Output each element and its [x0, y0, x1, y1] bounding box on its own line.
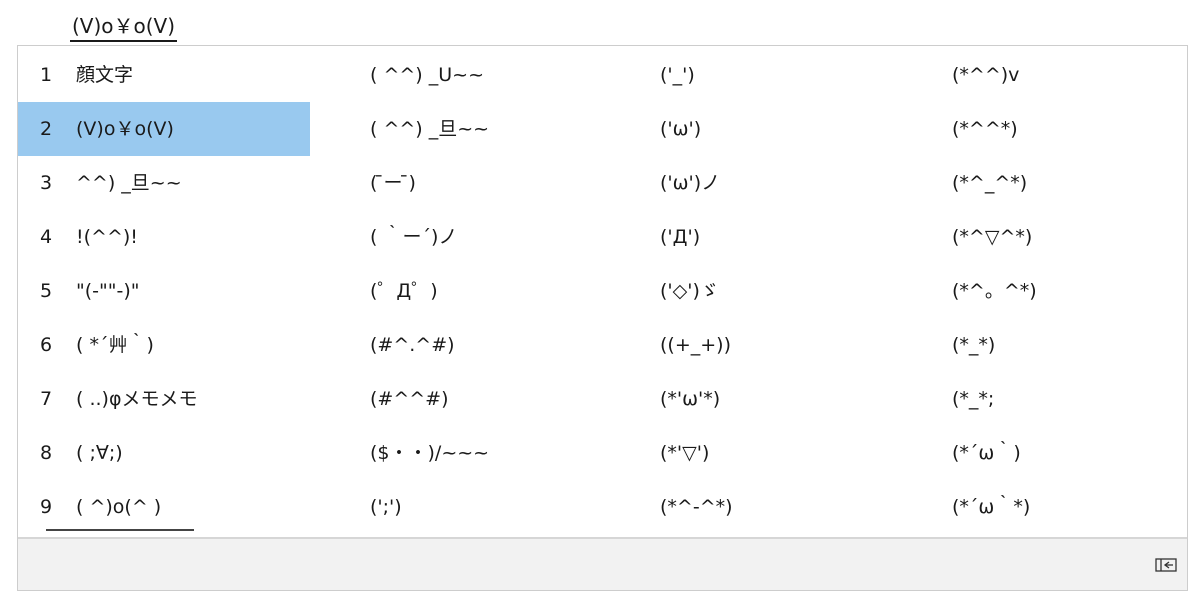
candidate-number: 9	[40, 496, 53, 518]
candidate-number: 8	[40, 442, 53, 464]
candidate-cell[interactable]: (#^.^#)	[370, 318, 630, 372]
candidate-text: 顔文字	[76, 64, 134, 86]
candidate-cell[interactable]: (*^▽^*)	[952, 210, 1182, 264]
candidate-7[interactable]: 7 ( ..)φメモメモ	[18, 372, 310, 426]
focus-underline	[46, 529, 194, 531]
candidate-1[interactable]: 1 顔文字	[18, 48, 310, 102]
candidate-cell[interactable]: ('ω')	[660, 102, 920, 156]
candidate-cell[interactable]: (*'▽')	[660, 426, 920, 480]
candidate-cell[interactable]: (*^_^*)	[952, 156, 1182, 210]
candidate-cell[interactable]: ('ω')ノ	[660, 156, 920, 210]
candidate-cell[interactable]: ('Д')	[660, 210, 920, 264]
candidate-text: ( *´艸｀)	[76, 334, 154, 356]
candidate-text: ^^) _旦~~	[76, 172, 182, 194]
candidate-9[interactable]: 9 ( ^)o(^ )	[18, 480, 310, 534]
candidate-cell[interactable]: (*^-^*)	[660, 480, 920, 534]
candidate-cell[interactable]: ( ^^) _旦~~	[370, 102, 630, 156]
candidate-cell[interactable]: ((+_+))	[660, 318, 920, 372]
candidate-8[interactable]: 8 ( ;∀;)	[18, 426, 310, 480]
candidate-number: 5	[40, 280, 53, 302]
candidate-cell[interactable]: (*^。^*)	[952, 264, 1182, 318]
candidate-cell[interactable]: (*'ω'*)	[660, 372, 920, 426]
candidate-cell[interactable]: ( ^^) _U~~	[370, 48, 630, 102]
candidate-2-selected[interactable]: 2 (V)o￥o(V)	[18, 102, 310, 156]
candidate-6[interactable]: 6 ( *´艸｀)	[18, 318, 310, 372]
candidate-window: 1 顔文字 2 (V)o￥o(V) 3 ^^) _旦~~ 4 !(^^)! 5 "(-"…	[17, 45, 1188, 591]
candidate-5[interactable]: 5 "(-""-)"	[18, 264, 310, 318]
candidate-number: 7	[40, 388, 53, 410]
candidate-text: !(^^)!	[76, 226, 138, 248]
candidate-text: ( ..)φメモメモ	[76, 388, 198, 410]
candidate-grid: 1 顔文字 2 (V)o￥o(V) 3 ^^) _旦~~ 4 !(^^)! 5 "(-"…	[18, 46, 1187, 536]
candidate-footer	[18, 537, 1187, 590]
candidate-text: ( ;∀;)	[76, 442, 123, 464]
candidate-cell[interactable]: ( ｀ー´)ノ	[370, 210, 630, 264]
candidate-3[interactable]: 3 ^^) _旦~~	[18, 156, 310, 210]
composition-text: (V)o￥o(V)	[70, 10, 178, 42]
candidate-cell[interactable]: (';')	[370, 480, 630, 534]
candidate-cell[interactable]: (゜Д゜)	[370, 264, 630, 318]
candidate-number: 6	[40, 334, 53, 356]
candidate-cell[interactable]: ( ̄ー ̄)	[370, 156, 630, 210]
candidate-cell[interactable]: (*_*)	[952, 318, 1182, 372]
candidate-cell[interactable]: ('_')	[660, 48, 920, 102]
candidate-number: 1	[40, 64, 53, 86]
candidate-text: (V)o￥o(V)	[76, 118, 174, 140]
candidate-cell[interactable]: (*_*;	[952, 372, 1182, 426]
expand-table-icon-graphic	[1155, 558, 1177, 572]
candidate-cell[interactable]: ($・・)/~~~	[370, 426, 630, 480]
expand-table-icon[interactable]	[1155, 557, 1177, 572]
candidate-cell[interactable]: (*´ω｀)	[952, 426, 1182, 480]
candidate-number: 3	[40, 172, 53, 194]
candidate-cell[interactable]: (*´ω｀*)	[952, 480, 1182, 534]
candidate-cell[interactable]: (#^^#)	[370, 372, 630, 426]
candidate-number: 2	[40, 118, 53, 140]
candidate-cell[interactable]: ('◇')ゞ	[660, 264, 920, 318]
candidate-text: "(-""-)"	[76, 280, 140, 302]
candidate-cell[interactable]: (*^^)v	[952, 48, 1182, 102]
candidate-number: 4	[40, 226, 53, 248]
candidate-text: ( ^)o(^ )	[76, 496, 162, 518]
candidate-4[interactable]: 4 !(^^)!	[18, 210, 310, 264]
candidate-cell[interactable]: (*^^*)	[952, 102, 1182, 156]
